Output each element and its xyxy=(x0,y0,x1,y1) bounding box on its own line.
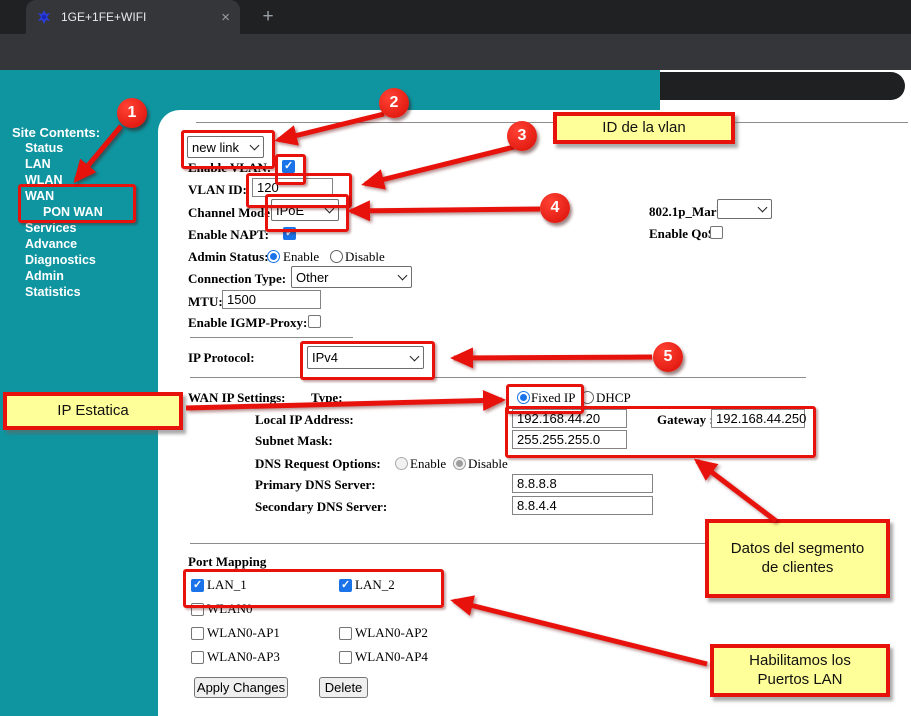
highlight-lan-ports xyxy=(183,569,444,608)
primary-dns-label: Primary DNS Server: xyxy=(255,477,376,493)
vlan-id-label: VLAN ID: xyxy=(188,182,247,198)
highlight-link-select xyxy=(181,130,275,169)
sidebar-item-advance[interactable]: Advance xyxy=(0,236,158,252)
admin-enable-radio[interactable] xyxy=(267,250,280,263)
callout-static-ip: IP Estatica xyxy=(3,392,183,430)
chevron-down-icon xyxy=(758,203,768,213)
mtu-label: MTU: xyxy=(188,294,223,310)
type-label: Type: xyxy=(311,390,343,406)
dhcp-label: DHCP xyxy=(596,390,631,406)
dns-disable-radio[interactable] xyxy=(453,457,466,470)
browser-tab[interactable]: 1GE+1FE+WIFI xyxy=(26,0,240,34)
port-checkbox-wlan0-ap4[interactable] xyxy=(339,651,352,664)
callout-lan-ports: Habilitamos los Puertos LAN xyxy=(710,644,890,697)
port-label: WLAN0-AP3 xyxy=(207,649,280,665)
wan-ip-settings-label: WAN IP Settings: xyxy=(188,390,286,406)
step-5-badge: 5 xyxy=(653,342,683,372)
highlight-channel-mode xyxy=(265,194,349,232)
port-label: WLAN0-AP2 xyxy=(355,625,428,641)
secondary-dns-input[interactable]: 8.8.4.4 xyxy=(512,496,653,515)
new-tab-button[interactable] xyxy=(256,5,280,29)
favicon-icon xyxy=(36,9,52,25)
delete-button[interactable]: Delete xyxy=(319,677,368,698)
sidebar-item-lan[interactable]: LAN xyxy=(0,156,158,172)
primary-dns-input[interactable]: 8.8.8.8 xyxy=(512,474,653,493)
port-label: WLAN0-AP1 xyxy=(207,625,280,641)
divider xyxy=(196,122,908,123)
step-1-badge: 1 xyxy=(117,98,147,128)
subnet-mask-label: Subnet Mask: xyxy=(255,433,333,449)
callout-client-segment: Datos del segmento de clientes xyxy=(705,519,890,598)
enable-qos-label: Enable QoS: xyxy=(649,226,719,242)
connection-type-select[interactable]: Other xyxy=(291,266,412,288)
enable-napt-label: Enable NAPT: xyxy=(188,227,269,243)
port-row-wlan0-ap4: WLAN0-AP4 xyxy=(339,649,428,665)
browser-toolbar: No es seguro 192.168.1.1 xyxy=(0,34,911,70)
port-label: WLAN0-AP4 xyxy=(355,649,428,665)
chevron-down-icon xyxy=(398,271,408,281)
port-checkbox-wlan0-ap3[interactable] xyxy=(191,651,204,664)
port-row-wlan0-ap1: WLAN0-AP1 xyxy=(191,625,280,641)
step-3-badge: 3 xyxy=(507,121,537,151)
dns-request-options-label: DNS Request Options: xyxy=(255,456,381,472)
enable-qos-checkbox[interactable] xyxy=(710,226,723,239)
port-row-wlan0-ap2: WLAN0-AP2 xyxy=(339,625,428,641)
igmp-proxy-label: Enable IGMP-Proxy: xyxy=(188,315,307,331)
sidebar-item-statistics[interactable]: Statistics xyxy=(0,284,158,300)
divider xyxy=(190,337,353,338)
secondary-dns-label: Secondary DNS Server: xyxy=(255,499,387,515)
port-mapping-title: Port Mapping xyxy=(188,554,266,570)
connection-type-value: Other xyxy=(296,270,329,285)
highlight-wan-nav xyxy=(18,184,136,223)
port-checkbox-wlan0-ap1[interactable] xyxy=(191,627,204,640)
apply-changes-button[interactable]: Apply Changes xyxy=(194,677,288,698)
step-2-badge: 2 xyxy=(379,88,409,118)
8021p-mark-label: 802.1p_Mark xyxy=(649,204,724,220)
admin-disable-radio[interactable] xyxy=(330,250,343,263)
sidebar-title: Site Contents: xyxy=(12,125,100,140)
step-4-badge: 4 xyxy=(540,193,570,223)
dns-disable-label: Disable xyxy=(468,456,508,472)
tab-title: 1GE+1FE+WIFI xyxy=(61,10,221,24)
admin-enable-label: Enable xyxy=(283,249,319,265)
igmp-proxy-checkbox[interactable] xyxy=(308,315,321,328)
admin-status-label: Admin Status: xyxy=(188,249,269,265)
ip-protocol-label: IP Protocol: xyxy=(188,350,255,366)
admin-disable-label: Disable xyxy=(345,249,385,265)
browser-tab-bar: 1GE+1FE+WIFI xyxy=(0,0,911,34)
dns-enable-radio[interactable] xyxy=(395,457,408,470)
sidebar-item-admin[interactable]: Admin xyxy=(0,268,158,284)
callout-vlan-id: ID de la vlan xyxy=(553,112,735,144)
close-tab-icon[interactable] xyxy=(221,10,230,25)
screen: 1GE+1FE+WIFI No es seguro 192.168.1.1 Si… xyxy=(0,0,911,716)
divider xyxy=(190,377,806,378)
port-checkbox-wlan0-ap2[interactable] xyxy=(339,627,352,640)
dns-enable-label: Enable xyxy=(410,456,446,472)
highlight-ip-protocol xyxy=(300,341,435,380)
port-row-wlan0-ap3: WLAN0-AP3 xyxy=(191,649,280,665)
connection-type-label: Connection Type: xyxy=(188,271,286,287)
mtu-input[interactable]: 1500 xyxy=(222,290,321,309)
sidebar-item-status[interactable]: Status xyxy=(0,140,158,156)
local-ip-label: Local IP Address: xyxy=(255,412,354,428)
sidebar-item-diagnostics[interactable]: Diagnostics xyxy=(0,252,158,268)
highlight-wan-ip-fields xyxy=(505,406,816,458)
8021p-mark-select[interactable] xyxy=(717,199,772,219)
